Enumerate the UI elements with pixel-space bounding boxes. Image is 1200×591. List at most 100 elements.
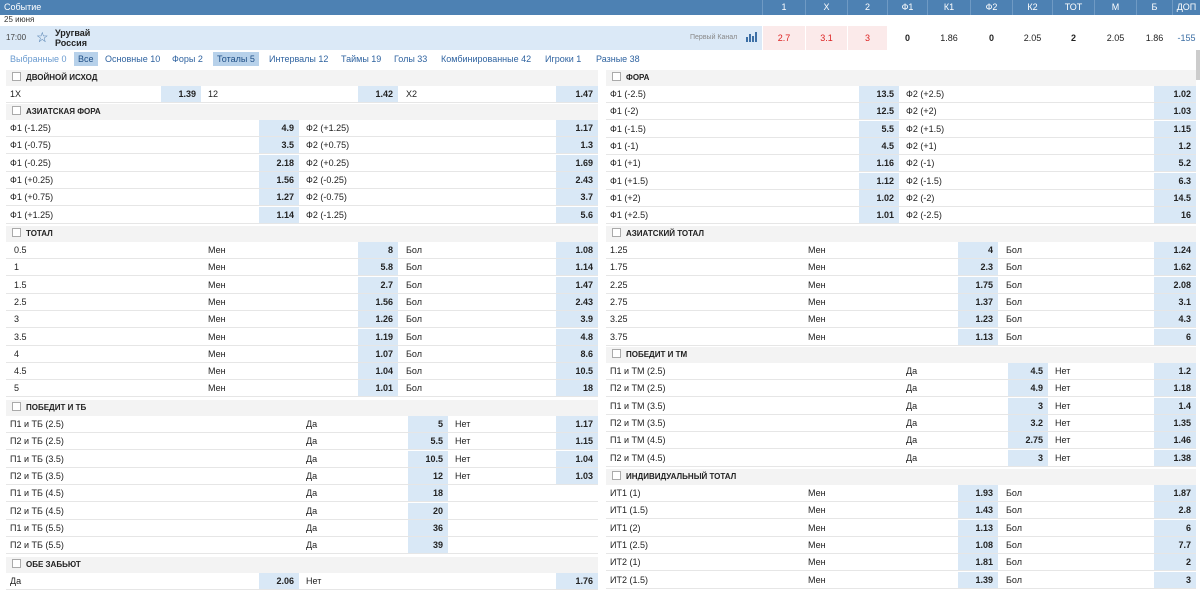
odds-cell[interactable]: 14.5 <box>1154 189 1196 206</box>
odds-cell[interactable]: 4.9 <box>1008 380 1048 397</box>
odds-cell[interactable]: 1.02 <box>1154 86 1196 102</box>
odds-cell[interactable]: 1.2 <box>1154 363 1196 379</box>
odds-cell[interactable]: 1.46 <box>1154 432 1196 449</box>
odds-cell[interactable]: 0 <box>970 26 1012 50</box>
odds-cell[interactable]: 1.03 <box>1154 103 1196 120</box>
star-icon[interactable]: ☆ <box>36 29 49 46</box>
odds-cell[interactable]: 1.47 <box>556 86 598 102</box>
odds-cell[interactable]: 1.75 <box>958 276 998 293</box>
odds-cell[interactable]: 3.2 <box>1008 414 1048 431</box>
event-row[interactable]: 17:00 ☆ Уругвай Россия Первый Канал 2.7 3… <box>0 26 1200 50</box>
odds-cell[interactable]: 2.43 <box>556 171 598 188</box>
odds-cell[interactable]: 2.08 <box>1154 276 1196 293</box>
checkbox[interactable] <box>12 228 21 238</box>
odds-cell[interactable]: 1.01 <box>859 207 899 224</box>
odds-cell[interactable]: 3.5 <box>259 137 299 154</box>
odds-cell[interactable]: 4.8 <box>556 328 598 345</box>
odds-cell[interactable]: 1.37 <box>958 293 998 310</box>
odds-cell[interactable]: 8.6 <box>556 345 598 362</box>
checkbox[interactable] <box>12 559 21 569</box>
tab-item[interactable]: Голы 33 <box>390 52 431 66</box>
odds-cell[interactable]: 1.24 <box>1154 242 1196 258</box>
tab-item[interactable]: Разные 38 <box>592 52 644 66</box>
odds-cell[interactable]: 1.47 <box>556 276 598 293</box>
market-header[interactable]: АЗИАТСКИЙ ТОТАЛ <box>606 226 1196 242</box>
odds-cell[interactable]: 1.14 <box>259 206 299 223</box>
odds-cell[interactable]: 1.86 <box>927 26 970 50</box>
market-header[interactable]: АЗИАТСКАЯ ФОРА <box>6 104 598 120</box>
tab-item[interactable]: Таймы 19 <box>337 52 385 66</box>
odds-cell[interactable]: 2.18 <box>259 154 299 171</box>
odds-cell[interactable]: 4.5 <box>859 137 899 154</box>
odds-cell[interactable]: 12.5 <box>859 103 899 120</box>
market-header[interactable]: ОБЕ ЗАБЬЮТ <box>6 557 598 573</box>
odds-cell[interactable]: 36 <box>408 519 448 536</box>
odds-cell[interactable]: 1.39 <box>958 571 998 588</box>
odds-cell[interactable]: 1.86 <box>1136 26 1172 50</box>
odds-cell[interactable]: 5.8 <box>358 259 398 276</box>
market-header[interactable]: ИНДИВИДУАЛЬНЫЙ ТОТАЛ <box>606 469 1196 485</box>
odds-cell[interactable]: 2.7 <box>358 276 398 293</box>
stats-icon[interactable] <box>746 32 758 42</box>
odds-cell[interactable]: 1.35 <box>1154 414 1196 431</box>
odds-cell[interactable]: 4 <box>958 242 998 258</box>
odds-cell[interactable]: 2.05 <box>1094 26 1136 50</box>
odds-cell[interactable]: 1.08 <box>556 242 598 258</box>
odds-cell[interactable]: 16 <box>1154 207 1196 224</box>
odds-cell[interactable]: 1.17 <box>556 120 598 136</box>
odds-cell[interactable]: 6 <box>1154 328 1196 345</box>
odds-cell[interactable]: 2.7 <box>762 26 805 50</box>
odds-cell[interactable]: 1.15 <box>556 433 598 450</box>
odds-cell[interactable]: 2.05 <box>1012 26 1052 50</box>
odds-cell[interactable]: 1.18 <box>1154 380 1196 397</box>
odds-cell[interactable]: 1.87 <box>1154 485 1196 501</box>
odds-cell[interactable]: 7.7 <box>1154 536 1196 553</box>
odds-cell[interactable]: 3 <box>1008 397 1048 414</box>
checkbox[interactable] <box>12 72 21 82</box>
odds-cell[interactable]: 1.2 <box>1154 137 1196 154</box>
odds-cell[interactable]: 3.1 <box>1154 293 1196 310</box>
odds-cell[interactable]: 1.13 <box>958 519 998 536</box>
odds-cell[interactable]: 12 <box>408 467 448 484</box>
odds-cell[interactable]: 6.3 <box>1154 172 1196 189</box>
odds-cell[interactable]: 1.02 <box>859 189 899 206</box>
odds-cell[interactable]: 1.12 <box>859 172 899 189</box>
event-teams[interactable]: Уругвай Россия <box>55 28 90 48</box>
market-header[interactable]: ФОРА <box>606 70 1196 86</box>
odds-cell[interactable]: 5.5 <box>408 433 448 450</box>
odds-cell[interactable]: 4.9 <box>259 120 299 136</box>
odds-cell[interactable]: 1.07 <box>358 345 398 362</box>
odds-cell[interactable]: 5.2 <box>1154 155 1196 172</box>
odds-cell[interactable]: 10.5 <box>556 363 598 380</box>
odds-cell[interactable]: 3 <box>1008 449 1048 466</box>
odds-cell[interactable]: 5 <box>408 416 448 432</box>
tab-item[interactable]: Все <box>74 52 98 66</box>
odds-cell[interactable]: 1.56 <box>259 171 299 188</box>
odds-cell[interactable]: 3.9 <box>556 311 598 328</box>
odds-cell[interactable]: 1.42 <box>358 86 398 102</box>
tab-item[interactable]: Интервалы 12 <box>265 52 332 66</box>
checkbox[interactable] <box>12 402 21 412</box>
odds-cell[interactable]: 2.43 <box>556 293 598 310</box>
tab-item[interactable]: Основные 10 <box>101 52 164 66</box>
odds-cell[interactable]: 1.39 <box>161 86 201 102</box>
tab-item[interactable]: Тоталы 5 <box>213 52 259 66</box>
tab-item[interactable]: Форы 2 <box>168 52 207 66</box>
odds-cell[interactable]: 2.3 <box>958 259 998 276</box>
odds-cell[interactable]: 1.69 <box>556 154 598 171</box>
odds-cell[interactable]: 1.03 <box>556 467 598 484</box>
odds-cell[interactable]: 1.01 <box>358 380 398 397</box>
market-header[interactable]: ПОБЕДИТ И ТБ <box>6 400 598 416</box>
odds-cell[interactable]: 1.43 <box>958 502 998 519</box>
odds-cell[interactable]: 1.04 <box>358 363 398 380</box>
odds-cell[interactable]: 1.56 <box>358 293 398 310</box>
odds-cell[interactable]: 3.7 <box>556 189 598 206</box>
odds-cell[interactable]: 5.5 <box>859 120 899 137</box>
odds-cell[interactable]: 2.8 <box>1154 502 1196 519</box>
odds-cell[interactable]: 1.19 <box>358 328 398 345</box>
odds-cell[interactable]: 1.08 <box>958 536 998 553</box>
odds-cell[interactable]: 2 <box>1052 26 1094 50</box>
odds-cell[interactable]: 1.62 <box>1154 259 1196 276</box>
checkbox[interactable] <box>612 471 621 481</box>
odds-cell[interactable]: 1.81 <box>958 554 998 571</box>
